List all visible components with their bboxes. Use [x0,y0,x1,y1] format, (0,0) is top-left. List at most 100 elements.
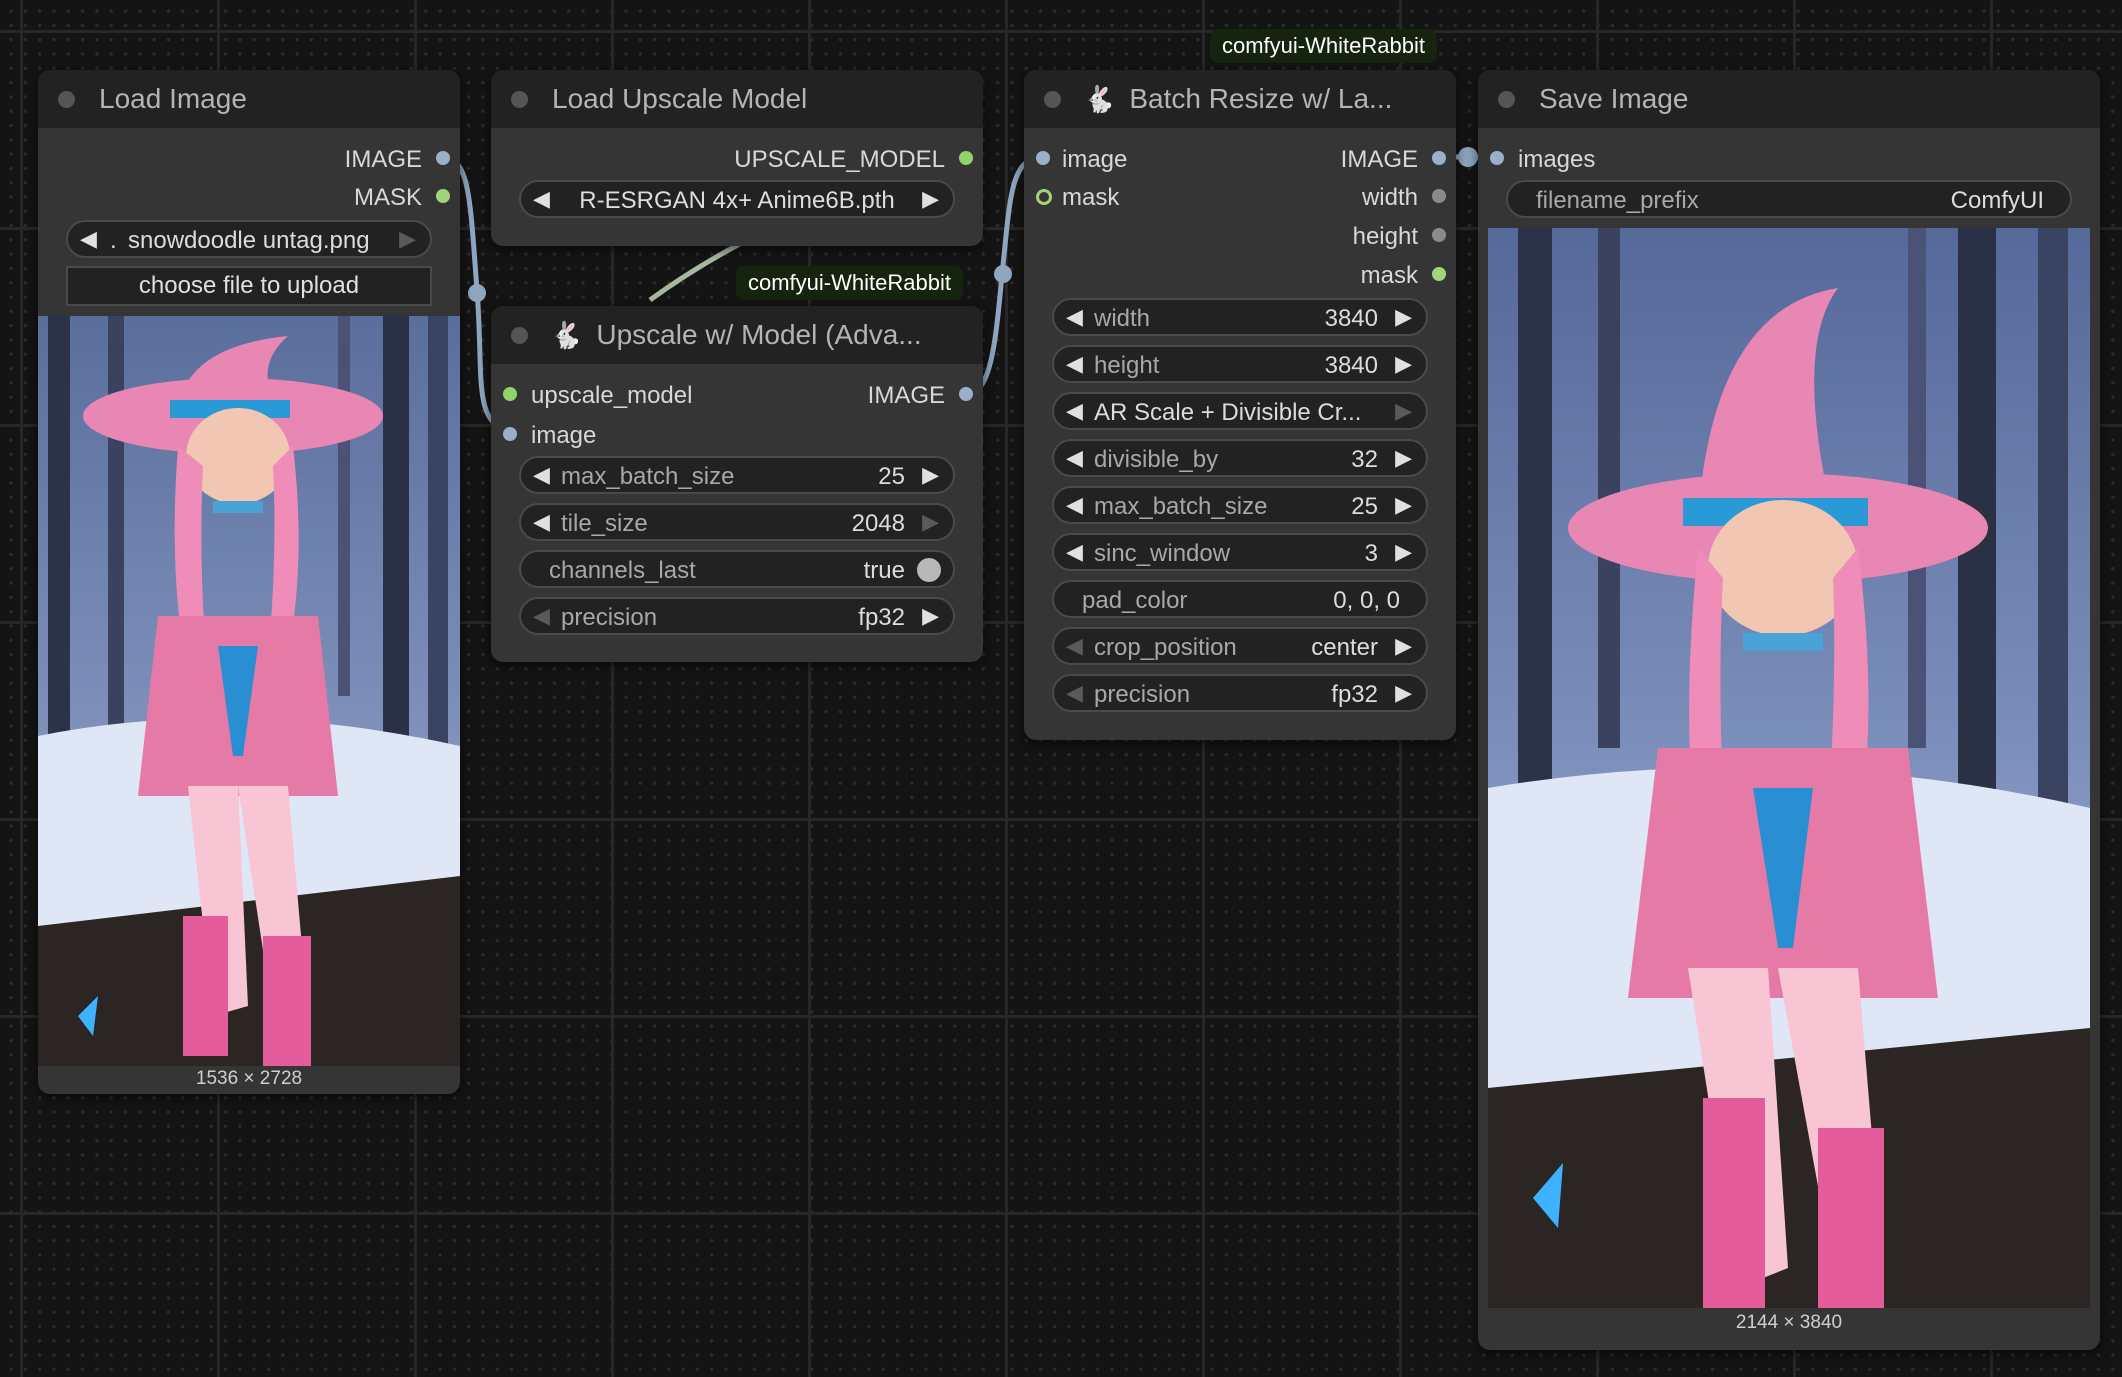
output-height-dot[interactable] [1432,228,1446,242]
output-mask-dot[interactable] [436,189,450,203]
next-arrow-icon[interactable]: ▶ [1395,633,1412,659]
decrement-arrow-icon[interactable]: ◀ [533,509,550,535]
crop-position-widget[interactable]: ◀ crop_position center ▶ [1052,627,1428,665]
save-image-node[interactable]: Save Image images filename_prefix ComfyU… [1478,70,2100,1350]
next-arrow-icon[interactable]: ▶ [399,226,416,252]
input-upscale-model-dot[interactable] [503,387,517,401]
widget-value: ComfyUI [1950,187,2044,214]
output-image-label: IMAGE [867,382,945,409]
node-source-badge: comfyui-WhiteRabbit [736,266,963,300]
node-header[interactable]: Load Upscale Model [491,70,983,128]
choose-file-button[interactable]: choose file to upload [66,266,432,306]
increment-arrow-icon[interactable]: ▶ [922,462,939,488]
prev-arrow-icon[interactable]: ◀ [1066,680,1083,706]
widget-label: filename_prefix [1536,187,1699,214]
widget-value: 32 [1351,446,1378,473]
decrement-arrow-icon[interactable]: ◀ [533,462,550,488]
node-header[interactable]: Save Image [1478,70,2100,128]
input-image-dot[interactable] [1036,151,1050,165]
decrement-arrow-icon[interactable]: ◀ [1066,351,1083,377]
increment-arrow-icon[interactable]: ▶ [1395,351,1412,377]
precision-widget[interactable]: ◀ precision fp32 ▶ [1052,674,1428,712]
increment-arrow-icon[interactable]: ▶ [1395,304,1412,330]
input-mask-dot[interactable] [1036,189,1052,205]
collapse-dot-icon[interactable] [58,90,75,108]
load-image-node[interactable]: Load Image IMAGE MASK ◀ . snowdoodle unt… [38,70,460,1094]
widget-value: center [1311,634,1378,661]
increment-arrow-icon[interactable]: ▶ [1395,492,1412,518]
load-upscale-model-node[interactable]: Load Upscale Model UPSCALE_MODEL ◀ R-ESR… [491,70,983,246]
output-mask-dot[interactable] [1432,267,1446,281]
decrement-arrow-icon[interactable]: ◀ [1066,304,1083,330]
precision-widget[interactable]: ◀ precision fp32 ▶ [519,597,955,635]
prev-arrow-icon[interactable]: ◀ [1066,633,1083,659]
output-image-dot[interactable] [436,151,450,165]
upscale-model-node[interactable]: 🐇 Upscale w/ Model (Adva... upscale_mode… [491,306,983,662]
next-arrow-icon[interactable]: ▶ [922,186,939,212]
increment-arrow-icon[interactable]: ▶ [1395,445,1412,471]
prev-arrow-icon[interactable]: ◀ [533,603,550,629]
node-title: Save Image [1539,83,1689,114]
node-title: Load Upscale Model [552,83,808,114]
widget-value: fp32 [858,604,905,631]
next-arrow-icon[interactable]: ▶ [1395,398,1412,424]
node-title: Load Image [99,83,247,114]
output-image-dot[interactable] [959,387,973,401]
collapse-dot-icon[interactable] [1044,90,1061,108]
next-arrow-icon[interactable]: ▶ [1395,680,1412,706]
max-batch-size-widget[interactable]: ◀ max_batch_size 25 ▶ [1052,486,1428,524]
input-images-dot[interactable] [1490,151,1504,165]
max-batch-size-widget[interactable]: ◀ max_batch_size 25 ▶ [519,456,955,494]
widget-label: precision [1094,681,1191,708]
input-mask-label: mask [1062,184,1120,211]
sinc-window-widget[interactable]: ◀ sinc_window 3 ▶ [1052,533,1428,571]
output-height-label: height [1352,223,1418,250]
resize-mode-widget[interactable]: ◀ AR Scale + Divisible Cr... ▶ [1052,392,1428,430]
divisible-by-widget[interactable]: ◀ divisible_by 32 ▶ [1052,439,1428,477]
input-image-dot[interactable] [503,427,517,441]
batch-resize-node[interactable]: 🐇 Batch Resize w/ La... image mask IMAGE… [1024,70,1456,740]
channels-last-toggle[interactable]: channels_last true [519,550,955,588]
widget-label: tile_size [561,510,648,537]
model-name-select[interactable]: ◀ R-ESRGAN 4x+ Anime6B.pth ▶ [519,180,955,218]
decrement-arrow-icon[interactable]: ◀ [1066,539,1083,565]
input-images-label: images [1518,146,1596,173]
output-upscale-model-dot[interactable] [959,151,973,165]
output-image-preview [1488,228,2090,1308]
toggle-knob-icon[interactable] [917,558,941,582]
prev-arrow-icon[interactable]: ◀ [1066,398,1083,424]
widget-label: precision [561,604,658,631]
widget-label: max_batch_size [1094,493,1268,520]
widget-value: true [863,557,905,584]
widget-value: 3840 [1324,305,1378,332]
node-header[interactable]: Load Image [38,70,460,128]
widget-value: 3 [1364,540,1378,567]
node-header[interactable]: 🐇 Batch Resize w/ La... [1024,70,1456,128]
output-mask-label: MASK [353,184,422,211]
image-file-select[interactable]: ◀ . snowdoodle untag.png ▶ [66,220,432,258]
collapse-dot-icon[interactable] [511,326,528,344]
pad-color-widget[interactable]: pad_color 0, 0, 0 [1052,580,1428,618]
input-image-label: image [531,422,597,449]
height-widget[interactable]: ◀ height 3840 ▶ [1052,345,1428,383]
prev-arrow-icon[interactable]: ◀ [80,226,97,252]
filename-prefix-widget[interactable]: filename_prefix ComfyUI [1506,180,2072,218]
model-name-value: R-ESRGAN 4x+ Anime6B.pth [579,187,895,214]
node-title: Batch Resize w/ La... [1129,83,1393,114]
increment-arrow-icon[interactable]: ▶ [1395,539,1412,565]
increment-arrow-icon[interactable]: ▶ [922,509,939,535]
collapse-dot-icon[interactable] [511,90,528,108]
output-image-label: IMAGE [1340,146,1418,173]
width-widget[interactable]: ◀ width 3840 ▶ [1052,298,1428,336]
decrement-arrow-icon[interactable]: ◀ [1066,445,1083,471]
collapse-dot-icon[interactable] [1498,90,1515,108]
tile-size-widget[interactable]: ◀ tile_size 2048 ▶ [519,503,955,541]
link-reroute-dot [994,265,1012,283]
decrement-arrow-icon[interactable]: ◀ [1066,492,1083,518]
output-width-dot[interactable] [1432,189,1446,203]
next-arrow-icon[interactable]: ▶ [922,603,939,629]
output-image-dot[interactable] [1432,151,1446,165]
node-header[interactable]: 🐇 Upscale w/ Model (Adva... [491,306,983,364]
image-size-caption: 1536 × 2728 [195,1068,303,1089]
file-name: snowdoodle untag.png [128,227,370,254]
